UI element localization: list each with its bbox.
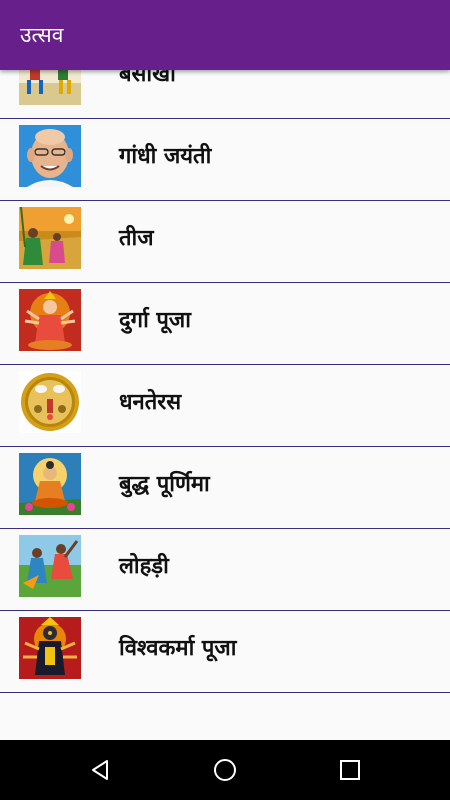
festival-list: बसाखी गांधी जयंती तीज दुर्गा पूजा धनतेरस… [0,37,450,693]
page-title: उत्सव [20,23,64,47]
list-item-vishwakarma-puja[interactable]: विश्वकर्मा पूजा [0,611,450,693]
festival-label: धनतेरस [119,390,182,415]
festival-label: लोहड़ी [119,554,169,579]
buddha-purnima-thumbnail [19,453,81,515]
app-bar: उत्सव [0,0,450,70]
festival-label: बुद्ध पूर्णिमा [119,472,210,497]
list-item-buddha-purnima[interactable]: बुद्ध पूर्णिमा [0,447,450,529]
recents-icon[interactable] [330,750,370,790]
durga-puja-thumbnail [19,289,81,351]
teej-thumbnail [19,207,81,269]
festival-label: विश्वकर्मा पूजा [119,636,237,661]
list-item-gandhi-jayanti[interactable]: गांधी जयंती [0,119,450,201]
dhanteras-thumbnail [19,371,81,433]
festival-label: दुर्गा पूजा [119,308,191,333]
list-item-dhanteras[interactable]: धनतेरस [0,365,450,447]
back-icon[interactable] [80,750,120,790]
list-item-lohri[interactable]: लोहड़ी [0,529,450,611]
lohri-thumbnail [19,535,81,597]
festival-label: तीज [119,226,154,251]
system-navigation-bar [0,740,450,800]
gandhi-jayanti-thumbnail [19,125,81,187]
vishwakarma-puja-thumbnail [19,617,81,679]
list-item-durga-puja[interactable]: दुर्गा पूजा [0,283,450,365]
home-icon[interactable] [205,750,245,790]
festival-label: गांधी जयंती [119,144,212,169]
list-item-teej[interactable]: तीज [0,201,450,283]
